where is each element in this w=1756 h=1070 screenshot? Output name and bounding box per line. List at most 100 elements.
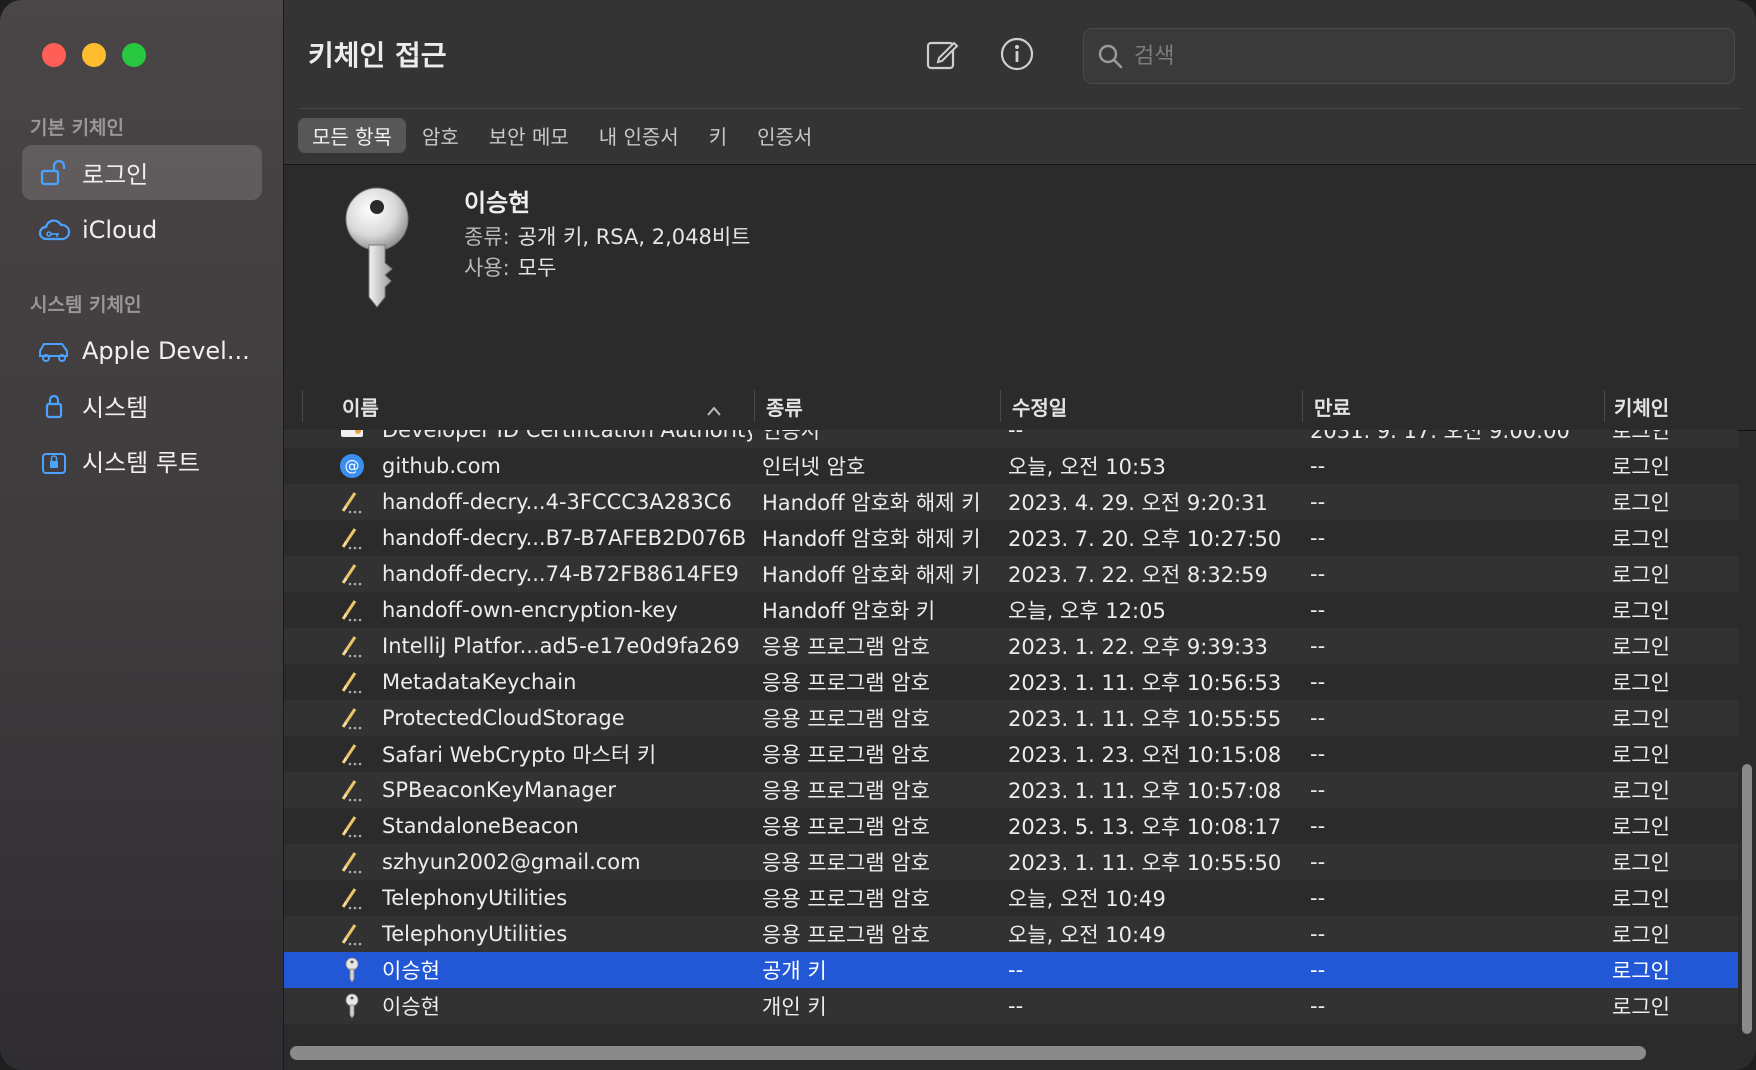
cell-expires: --: [1310, 490, 1326, 514]
sort-ascending-icon: [706, 398, 722, 422]
table-row[interactable]: @ github.com 인터넷 암호 오늘, 오전 10:53 -- 로그인: [284, 448, 1738, 484]
detail-usage-value: 모두: [517, 256, 557, 280]
tab-keys[interactable]: 키: [695, 118, 741, 153]
column-divider: [754, 390, 755, 422]
key-icon: [338, 992, 366, 1020]
table-row[interactable]: ProtectedCloudStorage 응용 프로그램 암호 2023. 1. …: [284, 700, 1738, 736]
table-row[interactable]: Developer ID Certification Authority 인증서 -…: [284, 430, 1738, 448]
sidebar-section-system: 시스템 키체인: [30, 294, 142, 316]
cell-expires: --: [1310, 562, 1326, 586]
table-row[interactable]: IntelliJ Platfor...ad5-e17e0d9fa269 응용 프로…: [284, 628, 1738, 664]
column-divider: [1000, 390, 1001, 422]
cell-keychain: 로그인: [1612, 887, 1670, 911]
sidebar-item-label: 시스템 루트: [82, 449, 201, 477]
cell-name: IntelliJ Platfor...ad5-e17e0d9fa269: [382, 634, 740, 658]
sidebar-item-apple-developer[interactable]: Apple Devel...: [22, 323, 262, 378]
detail-kind-label: 종류:: [464, 225, 510, 249]
cell-keychain: 로그인: [1612, 743, 1670, 767]
compose-icon[interactable]: [922, 34, 962, 74]
cell-keychain: 로그인: [1612, 851, 1670, 875]
table-row[interactable]: handoff-decry...74-B72FB8614FE9 Handoff 암…: [284, 556, 1738, 592]
maximize-window-button[interactable]: [122, 43, 146, 67]
cell-kind: 응용 프로그램 암호: [762, 923, 930, 947]
cell-name: TelephonyUtilities: [382, 886, 568, 910]
pencil-icon: [338, 668, 366, 696]
table-row[interactable]: handoff-decry...B7-B7AFEB2D076B Handoff 암…: [284, 520, 1738, 556]
info-icon[interactable]: [997, 34, 1037, 74]
cell-modified: --: [1008, 994, 1024, 1018]
table-row[interactable]: 이승현 공개 키 -- -- 로그인: [284, 952, 1738, 988]
cell-kind: 응용 프로그램 암호: [762, 815, 930, 839]
cell-keychain: 로그인: [1612, 563, 1670, 587]
cell-keychain: 로그인: [1612, 959, 1670, 983]
column-header-label: 이름: [342, 395, 379, 420]
table-row[interactable]: StandaloneBeacon 응용 프로그램 암호 2023. 5. 13. 오…: [284, 808, 1738, 844]
cell-expires: --: [1310, 706, 1326, 730]
detail-kind-line: 종류: 공개 키, RSA, 2,048비트: [464, 221, 751, 251]
cell-keychain: 로그인: [1612, 430, 1670, 443]
column-header-keychain[interactable]: 키체인: [1614, 382, 1734, 430]
cell-kind: Handoff 암호화 키: [762, 599, 936, 623]
cell-name: github.com: [382, 454, 501, 478]
cell-name: StandaloneBeacon: [382, 814, 579, 838]
column-header-modified[interactable]: 수정일: [1012, 382, 1262, 430]
table-row[interactable]: handoff-decry...4-3FCCC3A283C6 Handoff 암호…: [284, 484, 1738, 520]
table-row[interactable]: szhyun2002@gmail.com 응용 프로그램 암호 2023. 1. 1…: [284, 844, 1738, 880]
column-header-expires[interactable]: 만료: [1314, 382, 1564, 430]
pencil-icon: [338, 848, 366, 876]
column-divider: [302, 390, 303, 422]
table-row[interactable]: TelephonyUtilities 응용 프로그램 암호 오늘, 오전 10:49…: [284, 916, 1738, 952]
column-divider: [1604, 390, 1605, 422]
table-row[interactable]: handoff-own-encryption-key Handoff 암호화 키 오…: [284, 592, 1738, 628]
sidebar-item-login[interactable]: 로그인: [22, 145, 262, 200]
cell-modified: 2023. 1. 11. 오후 10:55:55: [1008, 707, 1282, 731]
sidebar-item-system[interactable]: 시스템: [22, 378, 262, 433]
pencil-icon: [338, 920, 366, 948]
tab-my-certificates[interactable]: 내 인증서: [585, 118, 693, 153]
column-header-name[interactable]: 이름: [342, 382, 722, 430]
search-field[interactable]: [1083, 28, 1735, 84]
table-row[interactable]: SPBeaconKeyManager 응용 프로그램 암호 2023. 1. 11.…: [284, 772, 1738, 808]
sidebar-item-system-root[interactable]: 시스템 루트: [22, 433, 262, 488]
search-input[interactable]: [1132, 42, 1696, 70]
table-row[interactable]: TelephonyUtilities 응용 프로그램 암호 오늘, 오전 10:49…: [284, 880, 1738, 916]
cell-modified: --: [1008, 430, 1024, 442]
minimize-window-button[interactable]: [82, 43, 106, 67]
cell-modified: 2023. 1. 22. 오후 9:39:33: [1008, 635, 1268, 659]
cell-keychain: 로그인: [1612, 599, 1670, 623]
close-window-button[interactable]: [42, 43, 66, 67]
cell-kind: Handoff 암호화 해제 키: [762, 563, 981, 587]
sidebar-item-icloud[interactable]: iCloud: [22, 202, 262, 257]
cell-keychain: 로그인: [1612, 671, 1670, 695]
cell-expires: 2031. 9. 17. 오전 9:00:00: [1310, 430, 1570, 443]
tab-all-items[interactable]: 모든 항목: [298, 118, 406, 153]
cell-kind: 개인 키: [762, 995, 827, 1019]
cell-modified: 2023. 4. 29. 오전 9:20:31: [1008, 491, 1268, 515]
cell-kind: 응용 프로그램 암호: [762, 779, 930, 803]
search-icon: [1096, 42, 1124, 70]
toolbar: 키체인 접근 모든 항목 암호 보안 메모 내 인증서 키 인증서: [284, 0, 1756, 165]
cell-name: szhyun2002@gmail.com: [382, 850, 641, 874]
tab-secure-notes[interactable]: 보안 메모: [475, 118, 583, 153]
unlocked-padlock-icon: [36, 155, 72, 191]
table-row[interactable]: MetadataKeychain 응용 프로그램 암호 2023. 1. 11. 오…: [284, 664, 1738, 700]
cell-modified: 2023. 7. 22. 오전 8:32:59: [1008, 563, 1268, 587]
sidebar-item-label: 시스템: [82, 394, 149, 422]
detail-usage-line: 사용: 모두: [464, 252, 556, 282]
cell-keychain: 로그인: [1612, 635, 1670, 659]
toolbar-divider: [298, 108, 1742, 109]
icloud-icon: [36, 212, 72, 248]
table-row[interactable]: Safari WebCrypto 마스터 키 응용 프로그램 암호 2023. 1.…: [284, 736, 1738, 772]
horizontal-scrollbar[interactable]: [290, 1046, 1646, 1060]
vertical-scrollbar[interactable]: [1742, 764, 1752, 1034]
table-row[interactable]: 이승현 개인 키 -- -- 로그인: [284, 988, 1738, 1024]
main-content: 키체인 접근 모든 항목 암호 보안 메모 내 인증서 키 인증서: [284, 0, 1756, 1070]
cell-kind: 응용 프로그램 암호: [762, 635, 930, 659]
cell-kind: 인증서: [762, 430, 820, 443]
cell-expires: --: [1310, 886, 1326, 910]
tab-passwords[interactable]: 암호: [408, 118, 473, 153]
cell-modified: 2023. 1. 23. 오전 10:15:08: [1008, 743, 1282, 767]
pencil-icon: [338, 740, 366, 768]
tab-certificates[interactable]: 인증서: [743, 118, 826, 153]
column-header-kind[interactable]: 종류: [766, 382, 966, 430]
